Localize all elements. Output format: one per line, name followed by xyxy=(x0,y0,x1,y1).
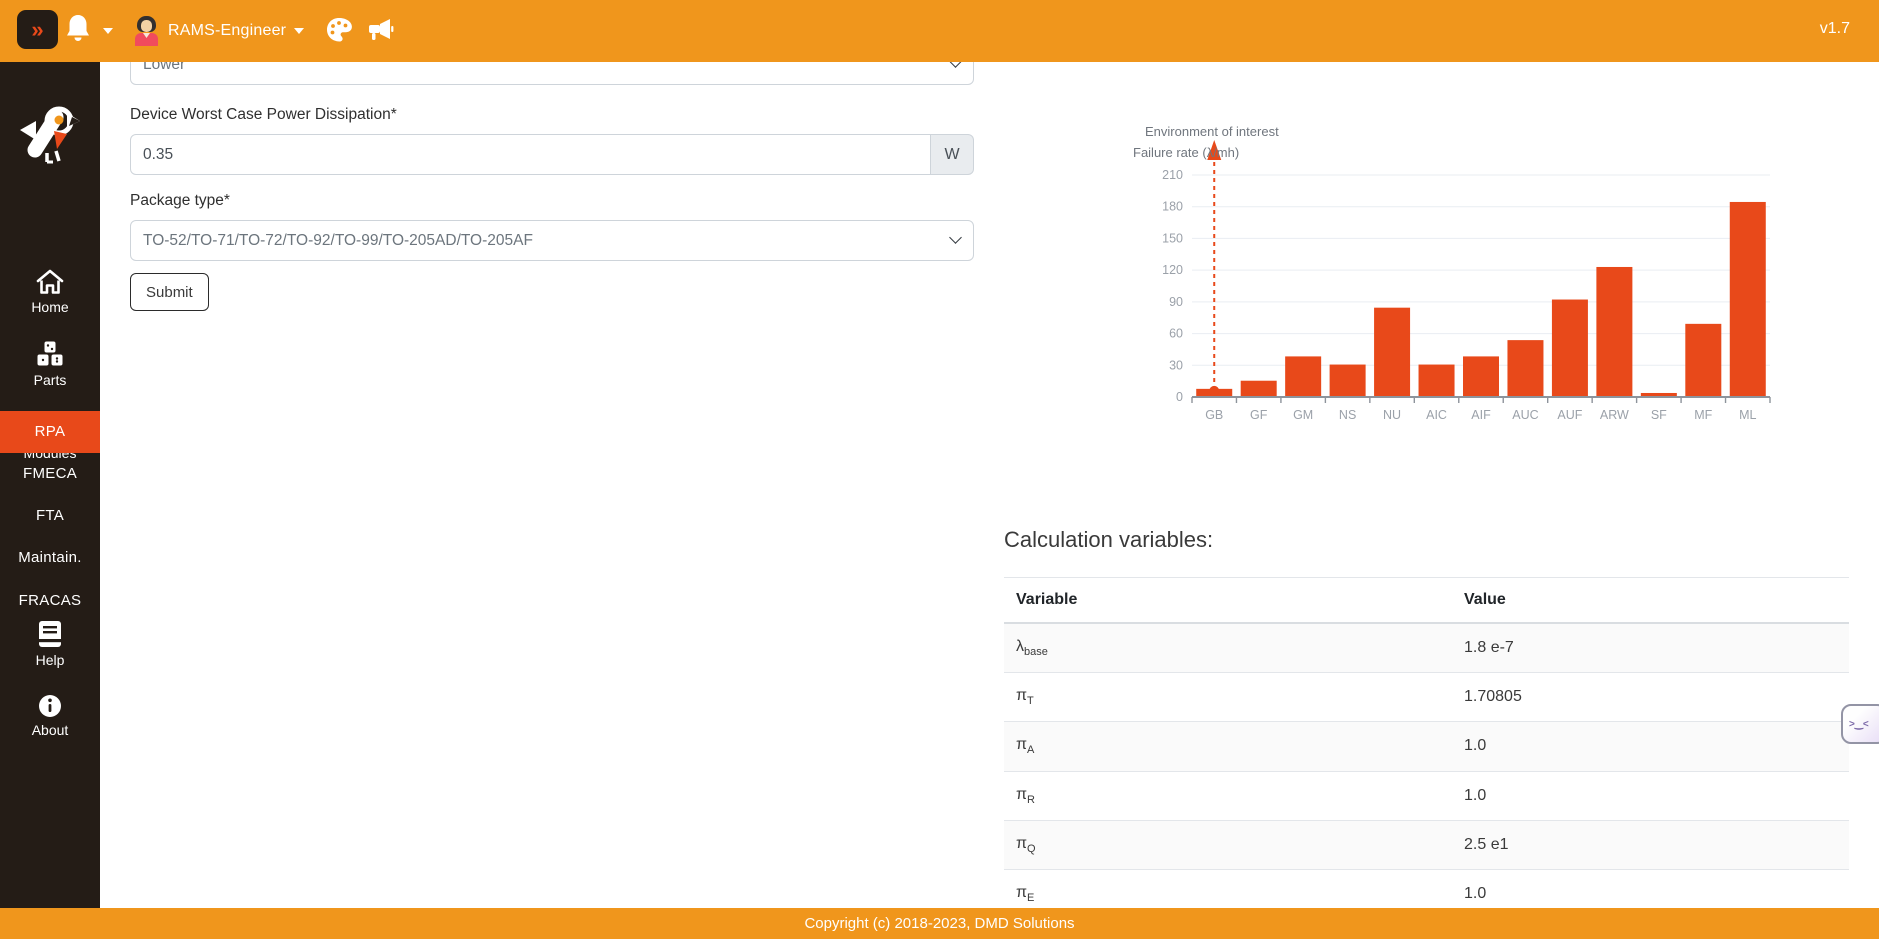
info-icon xyxy=(0,694,100,718)
bell-icon xyxy=(64,13,92,50)
announcements-button[interactable] xyxy=(363,14,397,48)
sidebar-item-fmeca[interactable]: FMECA xyxy=(0,465,100,482)
megaphone-icon xyxy=(366,30,394,45)
sidebar-collapse-button[interactable]: » xyxy=(17,10,58,49)
palette-icon xyxy=(326,31,353,46)
col-header-variable: Variable xyxy=(1004,578,1452,624)
svg-text:AIC: AIC xyxy=(1426,408,1447,422)
copyright-label: Copyright (c) 2018-2023, DMD Solutions xyxy=(804,915,1074,932)
power-dissipation-input[interactable] xyxy=(130,134,931,175)
power-dissipation-group: W xyxy=(130,134,974,175)
chevron-down-icon xyxy=(294,28,304,34)
col-header-value: Value xyxy=(1452,578,1849,624)
svg-text:60: 60 xyxy=(1169,327,1183,341)
failure-rate-chart: Environment of interest Failure rate (λ/… xyxy=(1030,118,1810,428)
app-logo-bird-icon xyxy=(17,100,83,166)
sidebar-item-about[interactable]: About xyxy=(0,694,100,738)
theme-palette-button[interactable] xyxy=(322,14,356,48)
watt-unit-addon: W xyxy=(931,134,974,175)
main-content: Lower Device Worst Case Power Dissipatio… xyxy=(100,0,1879,908)
sidebar-item-parts[interactable]: Parts xyxy=(0,340,100,388)
svg-text:NU: NU xyxy=(1383,408,1401,422)
chart-title: Environment of interest xyxy=(1145,124,1279,139)
table-row: πA 1.0 xyxy=(1004,722,1849,771)
user-avatar xyxy=(133,16,160,46)
bar-chart-canvas: 0 30 60 90 120 150 180 210 GB GF GM NS NU AIC AIF AUC AU… xyxy=(1030,118,1810,428)
calc-heading: Calculation variables: xyxy=(1004,527,1849,553)
svg-text:0: 0 xyxy=(1176,390,1183,404)
svg-text:180: 180 xyxy=(1162,200,1183,214)
sidebar-item-home[interactable]: Home xyxy=(0,268,100,315)
package-type-label: Package type* xyxy=(130,192,230,210)
app-version-label: v1.7 xyxy=(1820,20,1850,38)
table-row: πT 1.70805 xyxy=(1004,673,1849,722)
submit-button[interactable]: Submit xyxy=(130,273,209,311)
svg-text:30: 30 xyxy=(1169,358,1183,372)
calc-variables-table: Variable Value λbase 1.8 e-7 πT 1.70805 … xyxy=(1004,577,1849,918)
footer-bar: Copyright (c) 2018-2023, DMD Solutions xyxy=(0,908,1879,939)
sidebar-nav: Home Parts xyxy=(0,62,100,908)
table-row: πQ 2.5 e1 xyxy=(1004,820,1849,869)
sidebar-item-fta[interactable]: FTA xyxy=(0,507,100,524)
book-icon xyxy=(0,620,100,648)
svg-text:NS: NS xyxy=(1339,408,1356,422)
svg-text:AUC: AUC xyxy=(1512,408,1538,422)
sidebar-item-rpa[interactable]: RPA xyxy=(0,411,100,453)
notifications-dropdown[interactable] xyxy=(64,13,116,49)
table-row: πR 1.0 xyxy=(1004,771,1849,820)
user-menu-dropdown[interactable]: RAMS-Engineer xyxy=(133,12,304,50)
widget-face-icon: >‿< xyxy=(1849,719,1869,730)
svg-text:SF: SF xyxy=(1651,408,1667,422)
chevron-down-icon xyxy=(103,28,113,34)
svg-text:GM: GM xyxy=(1293,408,1313,422)
svg-text:120: 120 xyxy=(1162,263,1183,277)
svg-text:GB: GB xyxy=(1205,408,1223,422)
assistant-widget-button[interactable]: >‿< xyxy=(1841,704,1879,744)
top-header-bar: » RAMS-Engineer xyxy=(0,0,1879,62)
username-label: RAMS-Engineer xyxy=(168,22,286,40)
package-type-select[interactable]: TO-52/TO-71/TO-72/TO-92/TO-99/TO-205AD/T… xyxy=(130,220,974,261)
home-icon xyxy=(0,268,100,295)
svg-text:ARW: ARW xyxy=(1600,408,1629,422)
svg-text:AUF: AUF xyxy=(1557,408,1582,422)
sidebar-item-maintain[interactable]: Maintain. xyxy=(0,549,100,566)
sidebar-item-fracas[interactable]: FRACAS xyxy=(0,592,100,609)
chart-ylabel: Failure rate (λ/mh) xyxy=(1133,145,1239,160)
svg-text:150: 150 xyxy=(1162,231,1183,245)
svg-text:90: 90 xyxy=(1169,295,1183,309)
calculation-variables-section: Calculation variables: Variable Value λb… xyxy=(1004,527,1849,918)
svg-text:GF: GF xyxy=(1250,408,1268,422)
svg-text:AIF: AIF xyxy=(1471,408,1491,422)
svg-text:MF: MF xyxy=(1694,408,1712,422)
svg-text:ML: ML xyxy=(1739,408,1756,422)
svg-text:210: 210 xyxy=(1162,168,1183,182)
sidebar-item-help[interactable]: Help xyxy=(0,620,100,668)
power-dissipation-label: Device Worst Case Power Dissipation* xyxy=(130,106,397,124)
cubes-icon xyxy=(0,340,100,368)
table-row: λbase 1.8 e-7 xyxy=(1004,623,1849,673)
